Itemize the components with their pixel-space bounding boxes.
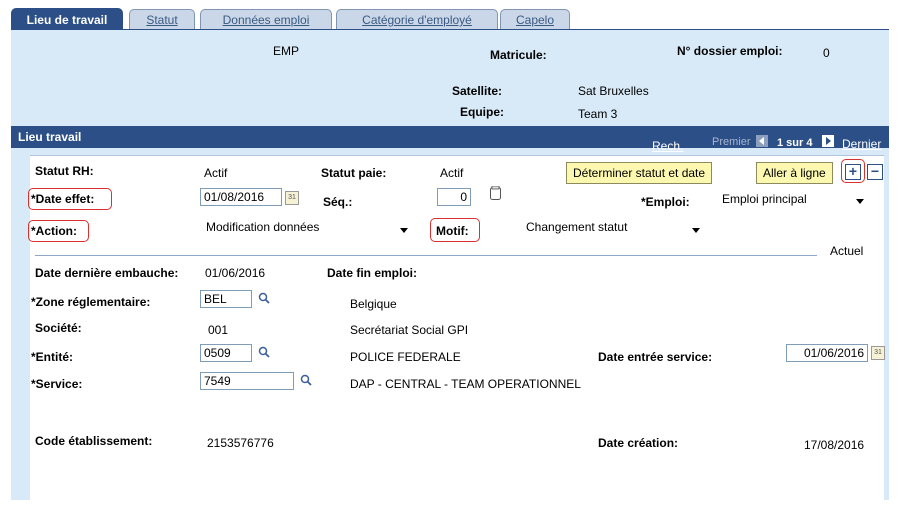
statut-paie-value: Actif — [440, 166, 464, 180]
remove-row-icon[interactable]: − — [867, 164, 883, 180]
next-arrow-icon[interactable] — [822, 135, 834, 147]
zone-label: *Zone réglementaire: — [31, 295, 151, 309]
dossier-value: 0 — [823, 46, 830, 60]
search-icon[interactable] — [300, 374, 312, 386]
entite-label: *Entité: — [31, 350, 73, 364]
tab-donnees-emploi[interactable]: Données emploi — [200, 9, 332, 30]
motif-label: Motif: — [436, 224, 469, 238]
action-label: *Action: — [31, 224, 77, 238]
goto-line-button[interactable]: Aller à ligne — [756, 162, 833, 184]
date-effet-label: *Date effet: — [31, 192, 95, 206]
action-select[interactable]: Modification données — [206, 218, 416, 236]
derniere-embauche-label: Date dernière embauche: — [35, 266, 179, 280]
section-title: Lieu travail — [18, 130, 82, 144]
section-divider — [35, 255, 817, 256]
statut-rh-label: Statut RH: — [35, 164, 94, 178]
dossier-label: N° dossier emploi: — [677, 44, 783, 58]
date-creation-label: Date création: — [598, 436, 679, 450]
tab-lieu-de-travail[interactable]: Lieu de travail — [11, 8, 123, 31]
seq-input[interactable]: 0 — [437, 188, 471, 206]
seq-label: Séq.: — [323, 195, 353, 209]
notepad-icon[interactable] — [490, 185, 501, 200]
emploi-dropdown-icon[interactable] — [856, 199, 864, 204]
determine-status-button[interactable]: Déterminer statut et date — [566, 162, 713, 184]
entree-service-label: Date entrée service: — [598, 350, 713, 364]
satellite-label: Satellite: — [452, 84, 503, 98]
calendar-icon[interactable]: 31 — [285, 191, 299, 205]
tab-categorie-employe[interactable]: Catégorie d'employé — [336, 9, 498, 30]
societe-label: Société: — [35, 321, 82, 335]
add-row-icon[interactable]: + — [845, 164, 861, 180]
action-dropdown-icon[interactable] — [400, 228, 408, 233]
zone-input[interactable]: BEL — [200, 290, 252, 308]
search-icon[interactable] — [258, 292, 270, 304]
tab-statut[interactable]: Statut — [129, 9, 195, 30]
societe-description: Secrétariat Social GPI — [350, 323, 469, 337]
employee-name: EMP — [273, 44, 300, 58]
tab-bar: Lieu de travail Statut Données emploi Ca… — [0, 0, 908, 31]
first-label: Premier — [712, 136, 751, 148]
zone-description: Belgique — [350, 297, 397, 311]
emploi-select[interactable]: Emploi principal — [722, 190, 870, 208]
motif-select[interactable]: Changement statut — [526, 218, 710, 236]
fin-emploi-label: Date fin emploi: — [327, 266, 418, 280]
statut-paie-label: Statut paie: — [321, 166, 387, 180]
service-description: DAP - CENTRAL - TEAM OPERATIONNEL — [350, 377, 581, 391]
service-input[interactable]: 7549 — [200, 372, 294, 390]
date-effet-input[interactable]: 01/08/2016 — [200, 188, 282, 206]
emploi-label: *Emploi: — [641, 195, 690, 209]
prev-arrow-icon[interactable] — [756, 135, 768, 147]
satellite-value: Sat Bruxelles — [578, 84, 649, 98]
derniere-embauche-value: 01/06/2016 — [205, 266, 266, 280]
entite-input[interactable]: 0509 — [200, 344, 252, 362]
motif-dropdown-icon[interactable] — [692, 228, 700, 233]
equipe-value: Team 3 — [578, 107, 618, 121]
entree-service-input[interactable]: 01/06/2016 — [786, 344, 868, 362]
service-label: *Service: — [31, 377, 83, 391]
emploi-value: Emploi principal — [722, 192, 807, 206]
action-value: Modification données — [206, 220, 320, 234]
tab-capelo[interactable]: Capelo — [500, 9, 570, 30]
code-etablissement-label: Code établissement: — [35, 434, 153, 448]
statut-rh-value: Actif — [204, 166, 228, 180]
code-etablissement-value: 2153576776 — [207, 436, 274, 450]
date-creation-value: 17/08/2016 — [804, 438, 865, 452]
equipe-label: Equipe: — [460, 105, 504, 119]
actuel-label: Actuel — [830, 244, 864, 258]
matricule-label: Matricule: — [490, 48, 547, 62]
entite-description: POLICE FEDERALE — [350, 350, 461, 364]
last-link[interactable]: Dernier — [842, 137, 881, 151]
societe-value: 001 — [208, 323, 229, 337]
motif-value: Changement statut — [526, 220, 628, 234]
search-icon[interactable] — [258, 346, 270, 358]
search-link[interactable]: Rech. — [652, 139, 683, 153]
calendar-icon[interactable]: 31 — [871, 346, 885, 360]
page-info: 1 sur 4 — [777, 137, 813, 149]
